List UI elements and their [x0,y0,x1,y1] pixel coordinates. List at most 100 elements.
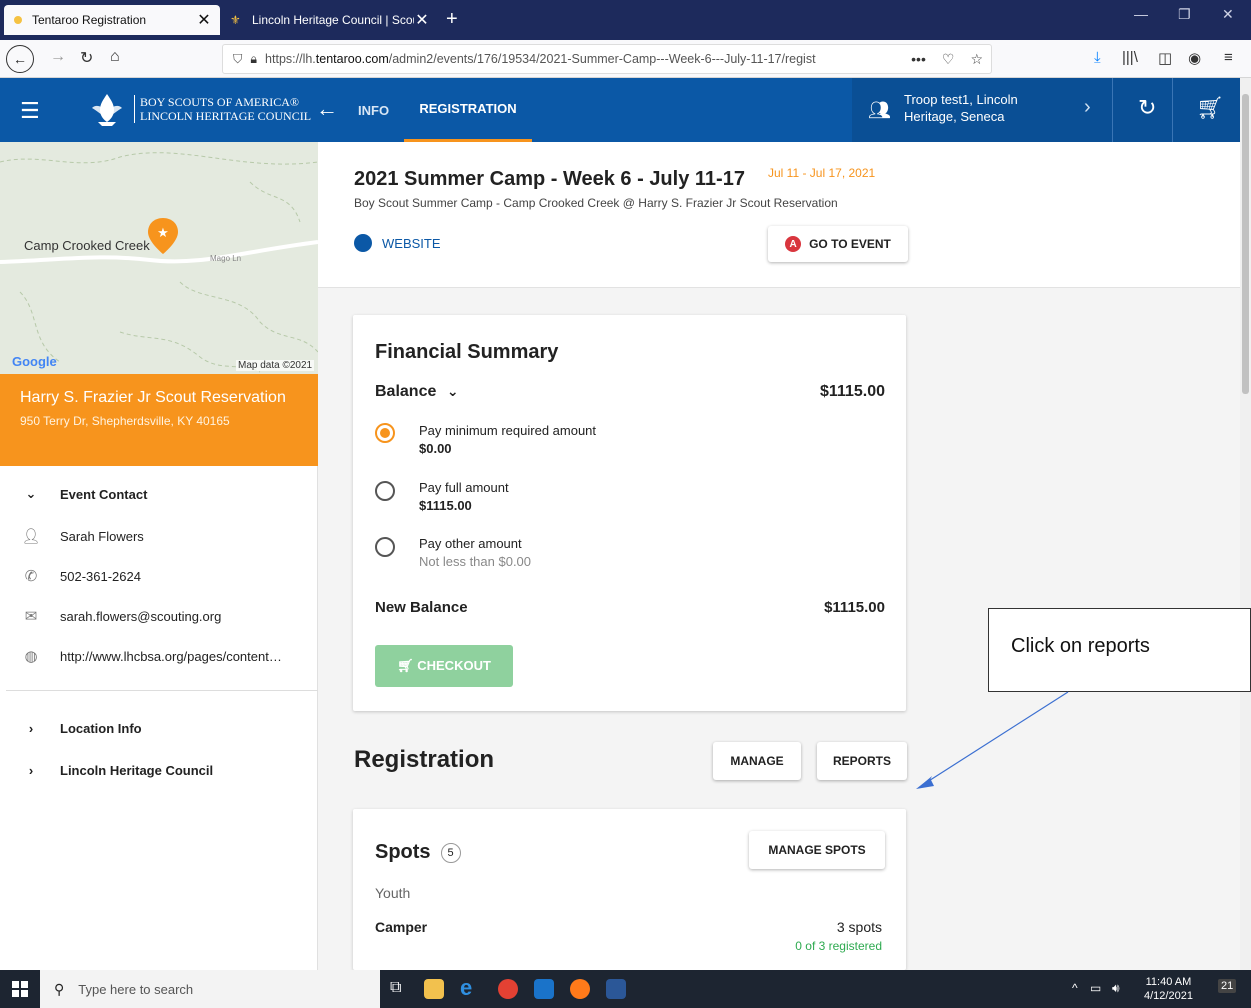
balance-row[interactable]: Balance ⌄ $1115.00 [375,383,885,401]
page-scrollbar[interactable] [1240,78,1251,970]
window-close-icon[interactable]: ✕ [1222,6,1234,23]
map-attribution: Map data ©2021 [236,360,315,371]
tab-title: Lincoln Heritage Council | Scou [252,13,414,27]
page-actions-icon[interactable]: ••• [911,51,926,67]
group-icon: 👥︎ [868,100,891,120]
tentaroo-favicon-icon [14,16,22,24]
taskbar-clock[interactable]: 11:40 AM 4/12/2021 [1144,975,1193,1003]
lock-icon[interactable]: 🔒︎ [250,52,257,67]
volume-icon[interactable]: 🔊︎ [1112,981,1120,996]
tab-info[interactable]: INFO [358,78,389,142]
word-icon[interactable] [606,979,626,999]
event-contact-toggle[interactable]: ⌄ Event Contact [0,474,318,514]
radio-pay-minimum[interactable] [375,423,395,443]
account-icon[interactable]: ◉ [1188,49,1201,67]
tab-tentaroo-registration[interactable]: Tentaroo Registration ✕ [4,5,220,35]
taskbar-search[interactable]: ⚲ Type here to search [40,970,380,1008]
map-terrain [0,152,318,373]
option-pay-full[interactable]: Pay full amount $1115.00 [419,479,509,515]
task-view-icon[interactable]: ⧉ [390,979,410,999]
option-pay-other[interactable]: Pay other amount Not less than $0.00 [419,535,531,571]
tab-close-icon[interactable]: ✕ [414,10,430,30]
restore-icon[interactable]: ❐ [1178,6,1191,23]
refresh-icon[interactable]: ↻ [1138,95,1156,121]
reports-button[interactable]: REPORTS [817,742,907,780]
sidebar-toggle-icon[interactable]: ◫ [1158,49,1172,67]
new-tab-icon[interactable]: + [446,8,458,31]
location-map[interactable]: Camp Crooked Creek Mago Ln ★ Google Map … [0,142,318,374]
person-icon: 👤︎ [21,528,41,545]
radio-pay-other[interactable] [375,537,395,557]
shield-icon[interactable]: ⛉ [233,52,242,67]
checkout-button[interactable]: 🛒︎ CHECKOUT [375,645,513,687]
go-to-event-button[interactable]: A GO TO EVENT [768,226,908,262]
bsa-favicon-icon: ⚜ [230,13,241,27]
library-icon[interactable]: |||\ [1122,49,1138,66]
contact-phone-row[interactable]: ✆ 502-361-2624 [0,556,318,596]
spots-count-badge: 5 [440,842,461,863]
hamburger-menu-icon[interactable]: ☰ [20,98,40,124]
manage-button[interactable]: MANAGE [713,742,801,780]
contact-url-row[interactable]: ◍ http://www.lhcbsa.org/pages/content… [0,636,318,676]
map-place-label: Camp Crooked Creek [24,238,150,253]
outlook-icon[interactable] [534,979,554,999]
browser-nav-bar: ← → ↻ ⌂ ⛉ 🔒︎ https://lh.tentaroo.com/adm… [0,40,1251,78]
new-balance-label: New Balance [375,599,468,616]
pocket-icon[interactable]: ♡ [942,51,955,68]
troop-selector[interactable]: 👥︎ Troop test1, Lincoln Heritage, Seneca… [852,78,1240,142]
chrome-icon[interactable] [498,979,518,999]
tray-chevron-icon[interactable]: ^ [1072,981,1078,995]
financial-summary-card: Financial Summary Balance ⌄ $1115.00 Pay… [353,315,906,711]
council-toggle[interactable]: › Lincoln Heritage Council [0,750,318,790]
minimize-icon[interactable]: — [1134,6,1148,22]
tab-lincoln-heritage[interactable]: ⚜ Lincoln Heritage Council | Scou ✕ [222,5,438,35]
event-header: 2021 Summer Camp - Week 6 - July 11-17 J… [318,142,1240,288]
scrollbar-thumb[interactable] [1242,94,1249,394]
tab-title: Tentaroo Registration [32,13,147,27]
event-sidebar: Camp Crooked Creek Mago Ln ★ Google Map … [0,142,318,970]
menu-icon[interactable]: ≡ [1224,49,1233,66]
venue-card: Harry S. Frazier Jr Scout Reservation 95… [0,374,318,466]
location-info-toggle[interactable]: › Location Info [0,708,318,748]
network-icon[interactable]: ▭ [1090,981,1101,995]
manage-spots-button[interactable]: MANAGE SPOTS [749,831,885,869]
mail-icon: ✉ [24,608,38,625]
firefox-icon[interactable] [570,979,590,999]
camper-label: Camper [375,919,428,935]
file-explorer-icon[interactable] [424,979,444,999]
chevron-right-icon[interactable]: › [1084,96,1091,119]
camper-spots: 3 spots [836,919,882,935]
back-icon[interactable]: ← [6,45,34,73]
tab-close-icon[interactable]: ✕ [196,10,212,30]
bookmark-star-icon[interactable]: ☆ [970,51,983,68]
bsa-logo-icon [92,94,122,126]
event-title: 2021 Summer Camp - Week 6 - July 11-17 [354,168,745,190]
website-link[interactable]: WEBSITE [354,234,441,252]
cart-icon[interactable]: 🛒︎ [1196,95,1224,121]
notifications-icon[interactable]: 21 [1218,979,1237,993]
home-icon[interactable]: ⌂ [110,48,120,66]
event-subtitle: Boy Scout Summer Camp - Camp Crooked Cre… [354,196,838,210]
forward-icon[interactable]: → [50,48,66,66]
radio-pay-full[interactable] [375,481,395,501]
contact-email-row[interactable]: ✉ sarah.flowers@scouting.org [0,596,318,636]
header-back-icon[interactable]: ← [316,96,338,122]
event-badge-icon: A [785,236,802,252]
chevron-right-icon: › [28,762,34,778]
globe-icon: ◍ [24,648,38,665]
url-bar[interactable]: ⛉ 🔒︎ https://lh.tentaroo.com/admin2/even… [222,44,992,74]
registration-title: Registration [354,746,495,773]
edge-icon[interactable]: e [460,975,480,1000]
chevron-down-icon: ⌄ [25,486,37,501]
map-pin-icon[interactable]: ★ [148,218,178,254]
reload-icon[interactable]: ↻ [80,48,93,68]
chevron-down-icon[interactable]: ⌄ [447,383,459,399]
windows-start-icon[interactable] [12,981,28,997]
option-pay-minimum[interactable]: Pay minimum required amount $0.00 [419,422,596,458]
header-divider [1172,78,1173,142]
event-dates: Jul 11 - Jul 17, 2021 [768,166,876,180]
tab-registration[interactable]: REGISTRATION [404,78,532,142]
download-icon[interactable]: ⤓ [1094,49,1101,66]
url-text[interactable]: https://lh.tentaroo.com/admin2/events/17… [265,52,903,66]
troop-name: Troop test1, Lincoln Heritage, Seneca [904,92,1018,124]
